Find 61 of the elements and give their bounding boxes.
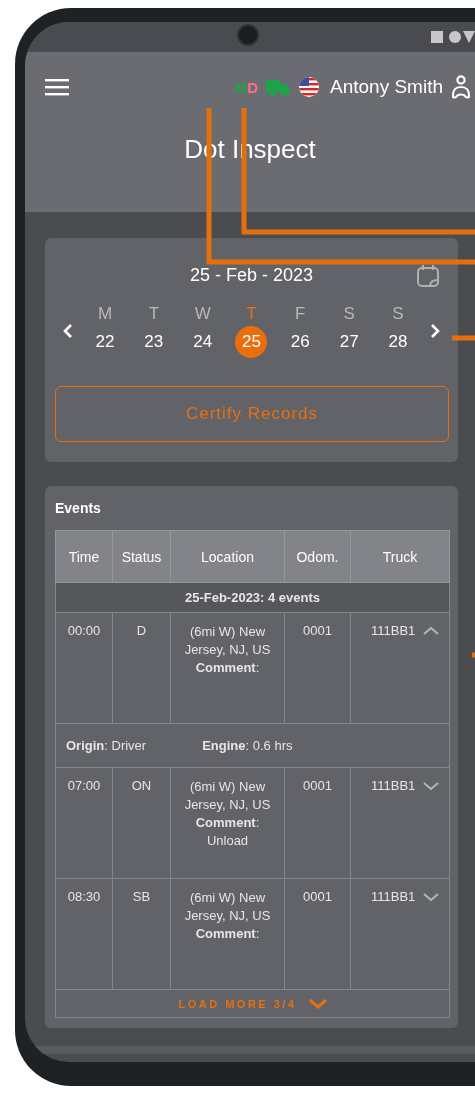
chevron-down-icon [308, 999, 327, 1009]
truck-id: 111BB1 [371, 778, 416, 793]
chevron-right-icon[interactable] [430, 323, 440, 339]
chevron-left-icon[interactable] [63, 323, 73, 339]
truck-id: 111BB1 [371, 623, 416, 638]
day-number[interactable]: 22 [89, 326, 121, 358]
truck-icon [266, 78, 292, 96]
caret-up-icon[interactable] [423, 625, 439, 636]
status-icons [431, 30, 475, 44]
weekday-label: T [246, 304, 257, 325]
column-header: Truck [350, 530, 450, 583]
user-name: Antony Smith [330, 76, 443, 98]
day-number[interactable]: 23 [137, 326, 170, 358]
status-letter: M [234, 78, 248, 96]
leader-line [472, 652, 475, 658]
table-cell: 0001 [284, 612, 351, 724]
table-cell: ON [112, 767, 171, 879]
day-number[interactable]: 27 [333, 326, 366, 358]
table-cell: 08:30 [55, 878, 113, 990]
flag-icon [298, 76, 320, 98]
detail-text: Engine: 0.6 hrs [202, 738, 293, 753]
caret-down-icon[interactable] [423, 780, 439, 791]
weekday-label: S [343, 304, 355, 325]
detail-text: Origin: Driver [66, 738, 147, 753]
location-text: (6mi W) New Jersey, NJ, US [183, 778, 272, 814]
column-header: Status [112, 530, 171, 583]
comment-label: Comment: [194, 659, 261, 677]
section-title: Events [55, 500, 102, 516]
comment-text: Unload [205, 832, 250, 850]
table-cell: 0001 [284, 878, 351, 990]
day-number[interactable]: 25 [235, 326, 268, 358]
column-header: Location [170, 530, 285, 583]
menu-icon[interactable] [45, 78, 69, 96]
leader-line [452, 335, 475, 341]
date-label: 25 - Feb - 2023 [189, 264, 314, 286]
group-header: 25-Feb-2023: 4 events [55, 582, 450, 613]
comment-label: Comment: [194, 814, 261, 832]
column-header: Time [55, 530, 113, 583]
weekday-label: F [295, 304, 306, 325]
day-number[interactable]: 24 [186, 326, 219, 358]
table-cell: 00:00 [55, 612, 113, 724]
location-text: (6mi W) New Jersey, NJ, US [183, 889, 272, 925]
comment-label: Comment: [194, 925, 261, 943]
camera-lens [237, 24, 259, 46]
truck-id: 111BB1 [371, 889, 416, 904]
calendar-icon[interactable] [416, 264, 440, 288]
weekday-label: M [97, 304, 113, 325]
location-text: (6mi W) New Jersey, NJ, US [183, 623, 272, 659]
table-cell: 07:00 [55, 767, 113, 879]
table-cell: 0001 [284, 767, 351, 879]
column-header: Odom. [284, 530, 351, 583]
table-cell: D [112, 612, 171, 724]
day-number[interactable]: 28 [381, 326, 414, 358]
table-cell: SB [112, 878, 171, 990]
day-number[interactable]: 26 [284, 326, 317, 358]
status-letter: D [247, 78, 258, 96]
caret-down-icon[interactable] [423, 891, 439, 902]
user-icon[interactable] [451, 75, 471, 99]
weekday-label: S [392, 304, 404, 325]
weekday-label: T [148, 304, 159, 325]
weekday-label: W [194, 304, 211, 325]
